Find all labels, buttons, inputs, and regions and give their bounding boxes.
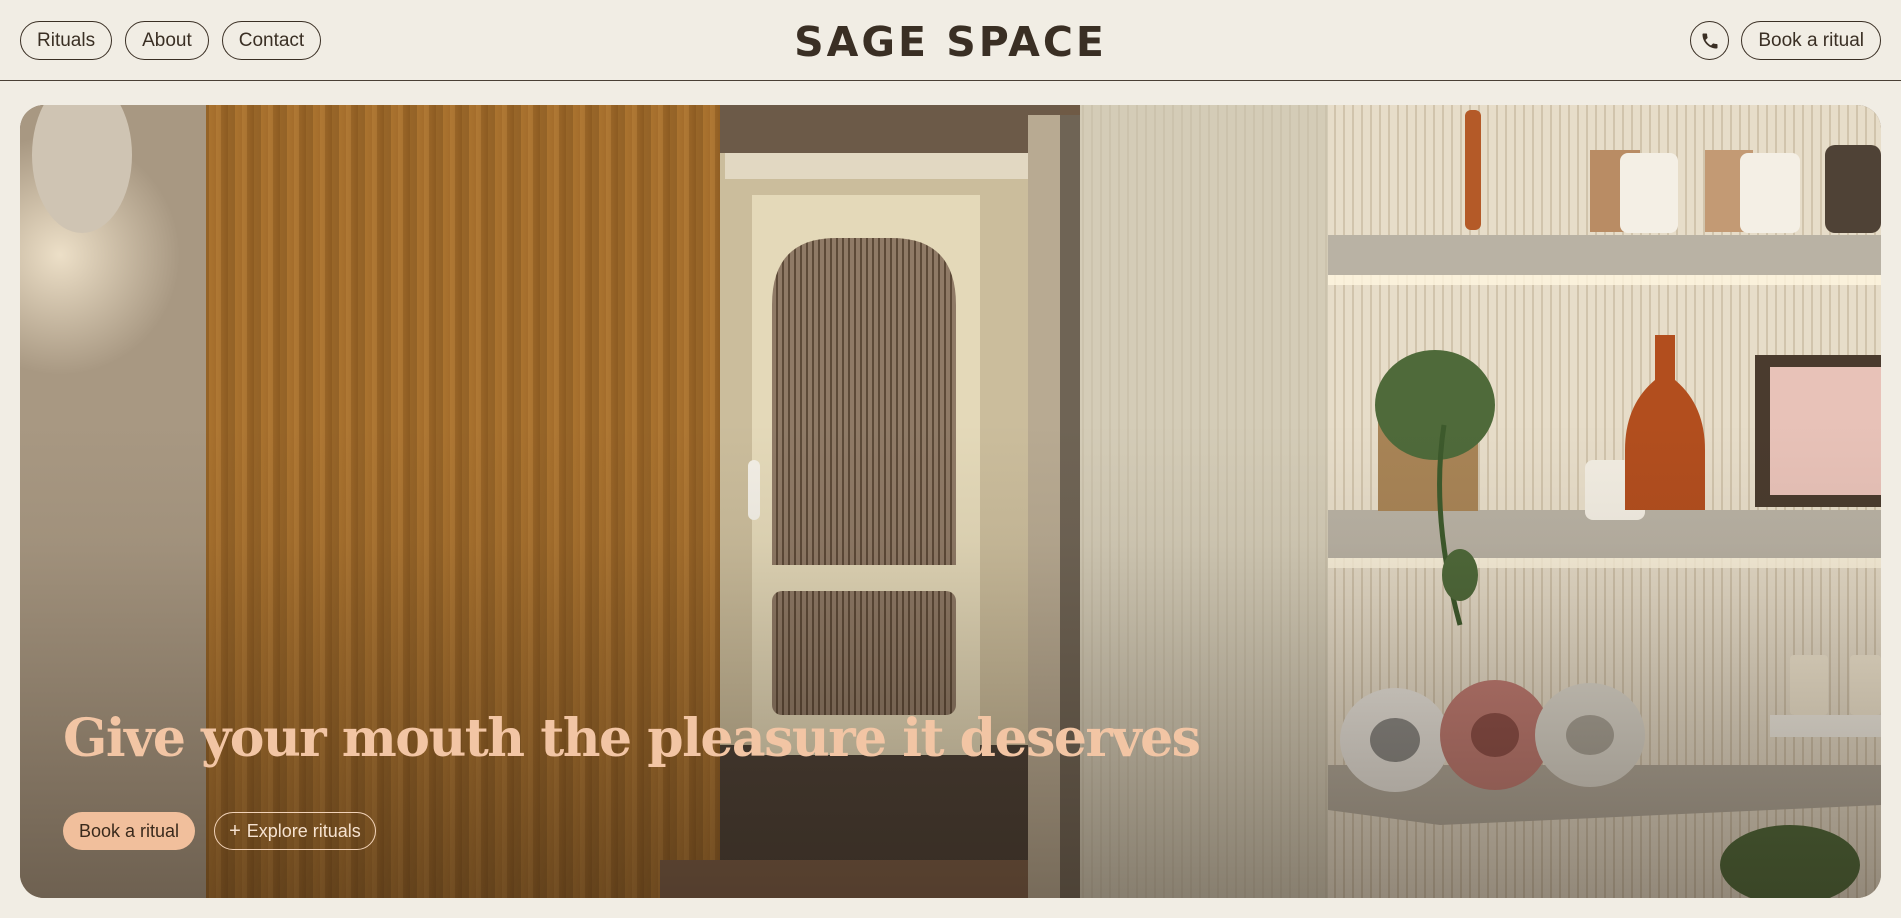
hero-section: Give your mouth the pleasure it deserves… bbox=[20, 105, 1881, 898]
phone-icon bbox=[1700, 31, 1720, 51]
hero-book-button[interactable]: Book a ritual bbox=[63, 812, 196, 850]
phone-button[interactable] bbox=[1690, 21, 1730, 60]
hero-headline: Give your mouth the pleasure it deserves bbox=[63, 708, 1201, 769]
hero-overlay bbox=[20, 105, 1881, 898]
site-header: Rituals About Contact SAGE SPACE Book a … bbox=[0, 0, 1901, 81]
header-actions: Book a ritual bbox=[1690, 21, 1881, 60]
hero-actions: Book a ritual + Explore rituals bbox=[63, 812, 376, 850]
plus-icon: + bbox=[229, 820, 241, 842]
explore-rituals-button[interactable]: + Explore rituals bbox=[214, 812, 376, 850]
site-logo[interactable]: SAGE SPACE bbox=[0, 18, 1901, 66]
explore-rituals-label: Explore rituals bbox=[246, 820, 361, 841]
header-book-button[interactable]: Book a ritual bbox=[1741, 21, 1881, 60]
